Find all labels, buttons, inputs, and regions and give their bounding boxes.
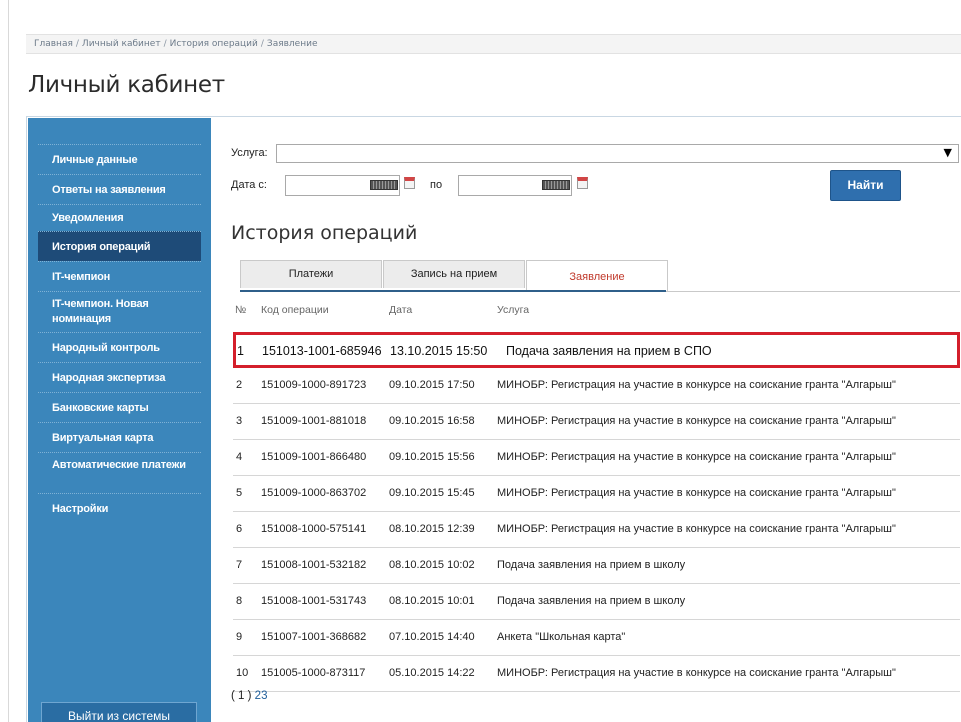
dropdown-arrow-icon: ▼ [943, 146, 952, 159]
operation-service: Анкета "Школьная карта" [497, 631, 626, 643]
operation-service: МИНОБР: Регистрация на участие в конкурс… [497, 379, 896, 391]
column-header-date: Дата [389, 304, 413, 316]
row-number: 3 [236, 415, 243, 427]
table-row[interactable]: 4 151009-1001-866480 09.10.2015 15:56 МИНОБ… [233, 440, 960, 476]
table-row[interactable]: 1 151013-1001-685946 13.10.2015 15:50 Подач… [233, 332, 960, 368]
column-header-code: Код операции [261, 304, 329, 316]
calendar-icon[interactable] [404, 177, 415, 189]
row-number: 2 [236, 379, 243, 391]
operation-service: МИНОБР: Регистрация на участие в конкурс… [497, 451, 896, 463]
table-row[interactable]: 6 151008-1000-575141 08.10.2015 12:39 МИНОБ… [233, 512, 960, 548]
tab-applications[interactable]: Заявление [526, 260, 668, 291]
tab-appointments[interactable]: Запись на прием [383, 260, 525, 288]
operation-service: МИНОБР: Регистрация на участие в конкурс… [497, 487, 896, 499]
sidebar-item-public-control[interactable]: Народный контроль [38, 332, 201, 362]
sidebar: Личные данные Ответы на заявления Уведом… [28, 118, 211, 722]
operation-code: 151009-1001-881018 [261, 415, 367, 427]
table-row[interactable]: 2 151009-1000-891723 09.10.2015 17:50 МИНОБ… [233, 368, 960, 404]
find-button[interactable]: Найти [830, 170, 901, 201]
row-number: 4 [236, 451, 243, 463]
breadcrumb: Главная / Личный кабинет / История операций /… [26, 34, 961, 54]
operation-code: 151005-1000-873117 [261, 667, 366, 679]
row-number: 5 [236, 487, 243, 499]
breadcrumb-current: Заявление [266, 39, 318, 49]
operation-service: Подача заявления на прием в школу [497, 559, 686, 571]
operation-service: МИНОБР: Регистрация на участие в конкурс… [497, 667, 896, 679]
row-number: 1 [237, 344, 244, 358]
operation-code: 151009-1000-863702 [261, 487, 367, 499]
service-label: Услуга: [231, 147, 268, 159]
history-title: История операций [231, 222, 418, 244]
sidebar-item-public-expertise[interactable]: Народная экспертиза [38, 362, 201, 392]
row-number: 9 [236, 631, 243, 643]
operation-date: 09.10.2015 16:58 [389, 415, 475, 427]
table-row[interactable]: 7 151008-1001-532182 08.10.2015 10:02 Подач… [233, 548, 960, 584]
table-row[interactable]: 9 151007-1001-368682 07.10.2015 14:40 Анкет… [233, 620, 960, 656]
operation-code: 151008-1001-531743 [261, 595, 367, 607]
column-header-service: Услуга [497, 304, 530, 316]
date-to-input[interactable] [458, 175, 572, 196]
operation-date: 08.10.2015 10:02 [389, 559, 475, 571]
operation-date: 13.10.2015 15:50 [390, 344, 488, 358]
pagination: ( 1 ) 23 [231, 690, 268, 702]
row-number: 6 [236, 523, 243, 535]
operation-date: 09.10.2015 17:50 [389, 379, 475, 391]
table-row[interactable]: 5 151009-1000-863702 09.10.2015 15:45 МИНОБ… [233, 476, 960, 512]
operation-service: Подача заявления на прием в школу [497, 595, 686, 607]
date-to-label: по [430, 179, 443, 191]
operation-code: 151009-1001-866480 [261, 451, 367, 463]
operation-date: 08.10.2015 10:01 [389, 595, 475, 607]
sidebar-item-personal-data[interactable]: Личные данные [38, 144, 201, 174]
page-title: Личный кабинет [28, 72, 225, 98]
breadcrumb-cabinet[interactable]: Личный кабинет [82, 39, 161, 49]
keyboard-icon[interactable] [542, 180, 570, 190]
operation-code: 151007-1001-368682 [261, 631, 367, 643]
sidebar-item-auto-payments[interactable]: Автоматические платежи [38, 452, 201, 493]
tab-accent-line [240, 290, 666, 292]
operation-service: МИНОБР: Регистрация на участие в конкурс… [497, 415, 896, 427]
operation-code: 151009-1000-891723 [261, 379, 367, 391]
sidebar-item-it-champion-new[interactable]: IT-чемпион. Новая номинация [38, 291, 201, 332]
service-select[interactable]: ▼ [276, 144, 959, 163]
sidebar-item-notifications[interactable]: Уведомления [38, 204, 201, 231]
row-number: 8 [236, 595, 243, 607]
breadcrumb-history[interactable]: История операций [170, 39, 258, 49]
sidebar-menu: Личные данные Ответы на заявления Уведом… [28, 144, 211, 523]
sidebar-item-virtual-card[interactable]: Виртуальная карта [38, 422, 201, 452]
column-header-number: № [235, 304, 247, 316]
operation-code: 151008-1001-532182 [261, 559, 367, 571]
table-row[interactable]: 10 151005-1000-873117 05.10.2015 14:22 МИНО… [233, 656, 960, 692]
operation-service: МИНОБР: Регистрация на участие в конкурс… [497, 523, 896, 535]
operation-date: 09.10.2015 15:56 [389, 451, 475, 463]
operation-date: 05.10.2015 14:22 [389, 667, 475, 679]
sidebar-item-bank-cards[interactable]: Банковские карты [38, 392, 201, 422]
operation-code: 151008-1000-575141 [261, 523, 367, 535]
page-link-3[interactable]: 3 [261, 690, 267, 702]
breadcrumb-home[interactable]: Главная [34, 39, 73, 49]
sidebar-item-settings[interactable]: Настройки [38, 493, 201, 523]
page-edge-rule [8, 0, 9, 722]
sidebar-item-it-champion[interactable]: IT-чемпион [38, 261, 201, 291]
table-row[interactable]: 3 151009-1001-881018 09.10.2015 16:58 МИНОБ… [233, 404, 960, 440]
operation-service: Подача заявления на прием в СПО [506, 344, 712, 358]
tab-payments[interactable]: Платежи [240, 260, 382, 288]
sidebar-item-history[interactable]: История операций [38, 231, 201, 261]
sidebar-item-responses[interactable]: Ответы на заявления [38, 174, 201, 204]
row-number: 10 [236, 667, 249, 679]
logout-button[interactable]: Выйти из системы [41, 702, 197, 722]
date-from-input[interactable] [285, 175, 400, 196]
operation-code: 151013-1001-685946 [262, 344, 382, 358]
main-content: Услуга: ▼ Дата с: по Найти История опера… [213, 118, 961, 722]
operation-date: 08.10.2015 12:39 [389, 523, 475, 535]
calendar-icon[interactable] [577, 177, 588, 189]
operation-date: 09.10.2015 15:45 [389, 487, 475, 499]
table-row[interactable]: 8 151008-1001-531743 08.10.2015 10:01 Подач… [233, 584, 960, 620]
row-number: 7 [236, 559, 243, 571]
operation-date: 07.10.2015 14:40 [389, 631, 475, 643]
keyboard-icon[interactable] [370, 180, 398, 190]
date-from-label: Дата с: [231, 179, 267, 191]
